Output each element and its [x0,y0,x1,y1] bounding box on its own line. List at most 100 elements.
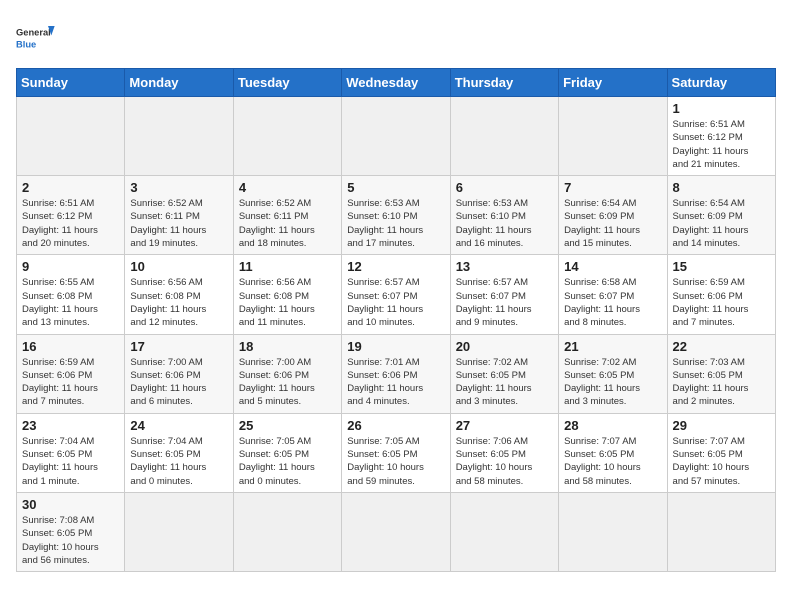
day-info: Sunrise: 6:56 AM Sunset: 6:08 PM Dayligh… [130,276,227,329]
calendar-cell: 23 Sunrise: 7:04 AM Sunset: 6:05 PM Dayli… [17,413,125,492]
day-info: Sunrise: 7:01 AM Sunset: 6:06 PM Dayligh… [347,356,444,409]
day-info: Sunrise: 6:52 AM Sunset: 6:11 PM Dayligh… [130,197,227,250]
calendar-cell [233,492,341,571]
calendar-week-1: 1Sunrise: 6:51 AM Sunset: 6:12 PM Daylig… [17,97,776,176]
day-info: Sunrise: 7:07 AM Sunset: 6:05 PM Dayligh… [673,435,770,488]
day-number: 26 [347,418,444,433]
calendar-cell: 21Sunrise: 7:02 AM Sunset: 6:05 PM Dayli… [559,334,667,413]
day-info: Sunrise: 7:02 AM Sunset: 6:05 PM Dayligh… [456,356,553,409]
calendar-cell [125,492,233,571]
day-info: Sunrise: 6:55 AM Sunset: 6:08 PM Dayligh… [22,276,119,329]
day-number: 27 [456,418,553,433]
calendar-cell: 29 Sunrise: 7:07 AM Sunset: 6:05 PM Dayli… [667,413,775,492]
calendar-cell: 18 Sunrise: 7:00 AM Sunset: 6:06 PM Dayli… [233,334,341,413]
day-number: 29 [673,418,770,433]
day-number: 18 [239,339,336,354]
day-number: 16 [22,339,119,354]
day-number: 6 [456,180,553,195]
calendar-cell: 15 Sunrise: 6:59 AM Sunset: 6:06 PM Dayli… [667,255,775,334]
calendar-cell: 4 Sunrise: 6:52 AM Sunset: 6:11 PM Daylig… [233,176,341,255]
day-info: Sunrise: 7:02 AM Sunset: 6:05 PM Dayligh… [564,356,661,409]
day-number: 1 [673,101,770,116]
day-info: Sunrise: 7:06 AM Sunset: 6:05 PM Dayligh… [456,435,553,488]
day-number: 8 [673,180,770,195]
day-info: Sunrise: 7:04 AM Sunset: 6:05 PM Dayligh… [22,435,119,488]
day-info: Sunrise: 6:52 AM Sunset: 6:11 PM Dayligh… [239,197,336,250]
calendar-week-3: 9Sunrise: 6:55 AM Sunset: 6:08 PM Daylig… [17,255,776,334]
calendar-cell: 6Sunrise: 6:53 AM Sunset: 6:10 PM Daylig… [450,176,558,255]
day-number: 2 [22,180,119,195]
calendar-week-4: 16 Sunrise: 6:59 AM Sunset: 6:06 PM Dayli… [17,334,776,413]
day-number: 28 [564,418,661,433]
day-info: Sunrise: 6:59 AM Sunset: 6:06 PM Dayligh… [673,276,770,329]
day-info: Sunrise: 7:00 AM Sunset: 6:06 PM Dayligh… [239,356,336,409]
calendar-cell: 8 Sunrise: 6:54 AM Sunset: 6:09 PM Daylig… [667,176,775,255]
calendar-cell: 1Sunrise: 6:51 AM Sunset: 6:12 PM Daylig… [667,97,775,176]
calendar-cell [667,492,775,571]
calendar-cell [125,97,233,176]
day-info: Sunrise: 6:56 AM Sunset: 6:08 PM Dayligh… [239,276,336,329]
day-number: 19 [347,339,444,354]
calendar-cell [342,492,450,571]
calendar-cell: 24 Sunrise: 7:04 AM Sunset: 6:05 PM Dayli… [125,413,233,492]
calendar-cell [450,97,558,176]
logo: General Blue [16,16,56,60]
day-info: Sunrise: 7:05 AM Sunset: 6:05 PM Dayligh… [347,435,444,488]
calendar-week-5: 23 Sunrise: 7:04 AM Sunset: 6:05 PM Dayli… [17,413,776,492]
weekday-header-tuesday: Tuesday [233,69,341,97]
calendar-cell: 16 Sunrise: 6:59 AM Sunset: 6:06 PM Dayli… [17,334,125,413]
weekday-header-sunday: Sunday [17,69,125,97]
calendar-table: SundayMondayTuesdayWednesdayThursdayFrid… [16,68,776,572]
day-info: Sunrise: 7:05 AM Sunset: 6:05 PM Dayligh… [239,435,336,488]
day-info: Sunrise: 6:53 AM Sunset: 6:10 PM Dayligh… [347,197,444,250]
calendar-cell: 30Sunrise: 7:08 AM Sunset: 6:05 PM Dayli… [17,492,125,571]
day-info: Sunrise: 7:03 AM Sunset: 6:05 PM Dayligh… [673,356,770,409]
day-number: 5 [347,180,444,195]
calendar-cell: 10 Sunrise: 6:56 AM Sunset: 6:08 PM Dayli… [125,255,233,334]
day-number: 7 [564,180,661,195]
day-number: 3 [130,180,227,195]
calendar-cell: 27 Sunrise: 7:06 AM Sunset: 6:05 PM Dayli… [450,413,558,492]
day-number: 4 [239,180,336,195]
calendar-cell: 13Sunrise: 6:57 AM Sunset: 6:07 PM Dayli… [450,255,558,334]
calendar-cell [450,492,558,571]
calendar-week-6: 30Sunrise: 7:08 AM Sunset: 6:05 PM Dayli… [17,492,776,571]
calendar-cell: 25Sunrise: 7:05 AM Sunset: 6:05 PM Dayli… [233,413,341,492]
day-info: Sunrise: 7:07 AM Sunset: 6:05 PM Dayligh… [564,435,661,488]
calendar-cell: 19 Sunrise: 7:01 AM Sunset: 6:06 PM Dayli… [342,334,450,413]
calendar-header-row: SundayMondayTuesdayWednesdayThursdayFrid… [17,69,776,97]
svg-text:General: General [16,27,51,37]
day-number: 12 [347,259,444,274]
weekday-header-monday: Monday [125,69,233,97]
day-info: Sunrise: 6:54 AM Sunset: 6:09 PM Dayligh… [673,197,770,250]
weekday-header-saturday: Saturday [667,69,775,97]
day-number: 24 [130,418,227,433]
day-info: Sunrise: 7:08 AM Sunset: 6:05 PM Dayligh… [22,514,119,567]
weekday-header-wednesday: Wednesday [342,69,450,97]
calendar-cell: 11 Sunrise: 6:56 AM Sunset: 6:08 PM Dayli… [233,255,341,334]
day-info: Sunrise: 6:51 AM Sunset: 6:12 PM Dayligh… [22,197,119,250]
day-number: 15 [673,259,770,274]
day-number: 11 [239,259,336,274]
calendar-cell: 26 Sunrise: 7:05 AM Sunset: 6:05 PM Dayli… [342,413,450,492]
day-number: 10 [130,259,227,274]
day-info: Sunrise: 6:58 AM Sunset: 6:07 PM Dayligh… [564,276,661,329]
day-info: Sunrise: 6:59 AM Sunset: 6:06 PM Dayligh… [22,356,119,409]
calendar-cell: 14 Sunrise: 6:58 AM Sunset: 6:07 PM Dayli… [559,255,667,334]
calendar-cell [559,492,667,571]
calendar-cell: 20 Sunrise: 7:02 AM Sunset: 6:05 PM Dayli… [450,334,558,413]
day-number: 14 [564,259,661,274]
day-number: 23 [22,418,119,433]
day-number: 22 [673,339,770,354]
calendar-cell: 9Sunrise: 6:55 AM Sunset: 6:08 PM Daylig… [17,255,125,334]
day-info: Sunrise: 6:57 AM Sunset: 6:07 PM Dayligh… [347,276,444,329]
weekday-header-friday: Friday [559,69,667,97]
calendar-cell [342,97,450,176]
day-number: 20 [456,339,553,354]
calendar-cell: 12 Sunrise: 6:57 AM Sunset: 6:07 PM Dayli… [342,255,450,334]
day-info: Sunrise: 7:04 AM Sunset: 6:05 PM Dayligh… [130,435,227,488]
calendar-cell: 17Sunrise: 7:00 AM Sunset: 6:06 PM Dayli… [125,334,233,413]
calendar-cell [233,97,341,176]
calendar-cell: 22 Sunrise: 7:03 AM Sunset: 6:05 PM Dayli… [667,334,775,413]
calendar-cell: 28 Sunrise: 7:07 AM Sunset: 6:05 PM Dayli… [559,413,667,492]
